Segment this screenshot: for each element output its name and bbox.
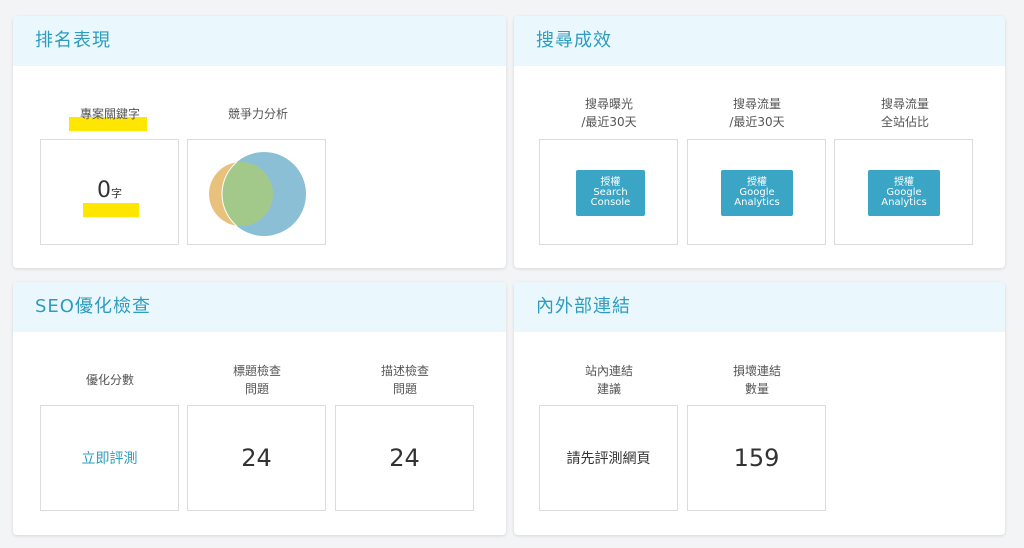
keywords-count-value: 0 (97, 178, 111, 203)
broken-links-box[interactable]: 159 (687, 405, 826, 511)
competition-box[interactable] (187, 139, 326, 245)
title-check-label-line2: 問題 (244, 382, 269, 396)
internal-links-status: 請先評測網頁 (566, 451, 651, 467)
authorize-google-analytics-share-button[interactable]: 授權 Google Analytics (868, 170, 940, 216)
search-impressions-label-line1: 搜尋曝光 (584, 97, 633, 111)
title-check-label: 標題檢查 問題 (187, 362, 327, 398)
internal-links-box: 請先評測網頁 (539, 405, 678, 511)
search-impressions-box: 授權 Search Console (539, 139, 678, 245)
search-traffic-label-line1: 搜尋流量 (732, 97, 781, 111)
links-card-title: 內外部連結 (536, 296, 631, 317)
authorize-google-analytics-button[interactable]: 授權 Google Analytics (721, 170, 793, 216)
description-check-box[interactable]: 24 (335, 405, 474, 511)
keywords-count-highlight (83, 203, 139, 217)
search-traffic-label-line2: /最近30天 (729, 115, 785, 129)
internal-links-label-line1: 站內連結 (584, 364, 633, 378)
broken-links-label-line1: 損壞連結 (732, 364, 781, 378)
search-impressions-label: 搜尋曝光 /最近30天 (539, 95, 679, 131)
search-card-header: 搜尋成效 (514, 16, 1005, 66)
search-traffic-share-label-line1: 搜尋流量 (880, 97, 929, 111)
search-card-title: 搜尋成效 (536, 30, 612, 51)
auth-btn-line3: Analytics (734, 197, 780, 208)
optimization-score-label: 優化分數 (40, 371, 180, 389)
keywords-label: 專案關鍵字 (79, 107, 140, 121)
venn-diagram (209, 152, 306, 236)
ranking-card-header: 排名表現 (13, 16, 506, 66)
seo-card-title: SEO優化檢查 (35, 296, 151, 317)
seo-card-header: SEO優化檢查 (13, 282, 506, 332)
description-check-label: 描述檢查 問題 (335, 362, 475, 398)
optimization-score-box: 立即評測 (40, 405, 179, 511)
description-check-label-line1: 描述檢查 (380, 364, 429, 378)
competition-label: 競爭力分析 (227, 107, 288, 121)
description-check-count: 24 (389, 444, 420, 472)
search-traffic-share-label-line2: 全站佔比 (880, 115, 929, 129)
keywords-count: 0字 (41, 178, 178, 203)
search-traffic-share-box: 授權 Google Analytics (834, 139, 973, 245)
optimization-score-label-line1: 優化分數 (85, 373, 134, 387)
description-check-label-line2: 問題 (392, 382, 417, 396)
title-check-label-line1: 標題檢查 (232, 364, 281, 378)
auth-btn-line3: Console (590, 197, 631, 208)
search-traffic-label: 搜尋流量 /最近30天 (687, 95, 827, 131)
ranking-card: 排名表現 專案關鍵字 競爭力分析 0字 (13, 16, 506, 268)
evaluate-now-link[interactable]: 立即評測 (41, 406, 178, 510)
keywords-box[interactable]: 0字 (40, 139, 179, 245)
internal-links-label: 站內連結 建議 (539, 362, 679, 398)
internal-links-label-line2: 建議 (596, 382, 621, 396)
auth-btn-line3: Analytics (881, 197, 927, 208)
search-traffic-box: 授權 Google Analytics (687, 139, 826, 245)
links-card-header: 內外部連結 (514, 282, 1005, 332)
broken-links-count: 159 (733, 444, 780, 472)
title-check-box[interactable]: 24 (187, 405, 326, 511)
seo-card: SEO優化檢查 優化分數 標題檢查 問題 描述檢查 問題 立即評測 24 24 (13, 282, 506, 535)
search-card: 搜尋成效 搜尋曝光 /最近30天 搜尋流量 /最近30天 搜尋流量 全站佔比 授… (514, 16, 1005, 268)
search-traffic-share-label: 搜尋流量 全站佔比 (835, 95, 975, 131)
links-card: 內外部連結 站內連結 建議 損壞連結 數量 請先評測網頁 159 (514, 282, 1005, 535)
title-check-count: 24 (241, 444, 272, 472)
keywords-count-unit: 字 (111, 187, 122, 200)
ranking-card-title: 排名表現 (35, 30, 111, 51)
broken-links-label-line2: 數量 (744, 382, 769, 396)
search-impressions-label-line2: /最近30天 (581, 115, 637, 129)
broken-links-label: 損壞連結 數量 (687, 362, 827, 398)
authorize-search-console-button[interactable]: 授權 Search Console (576, 170, 645, 216)
